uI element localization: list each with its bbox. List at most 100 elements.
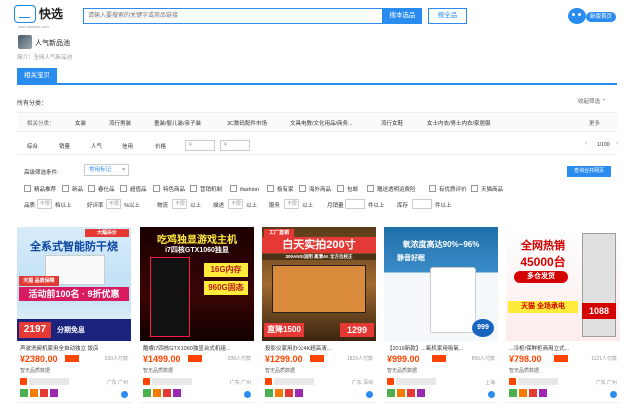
banner-sub: i7四核GTX1060独显 (165, 247, 229, 254)
filter-logistics-label: 物流 (157, 203, 169, 209)
product-title[interactable]: 酷睿i7四核GTX1060独显台式机组... (143, 344, 251, 352)
checkbox-good-review[interactable]: 有优质评价 (429, 185, 467, 193)
product-visual (430, 267, 476, 333)
add-cart-icon[interactable] (610, 391, 617, 398)
product-price: ¥2380.00 (20, 354, 58, 364)
add-cart-icon[interactable] (488, 391, 495, 398)
card-divider (262, 402, 376, 403)
filter-description-input[interactable]: 不限 (228, 199, 243, 209)
product-price: ¥1499.00 (143, 354, 181, 364)
checkbox-jiyoujia[interactable]: 极有家 (267, 185, 294, 193)
product-image[interactable]: 吃鸡独显游戏主机 i7四核GTX1060独显 16G内存 960G固态 (140, 227, 254, 341)
new-home-button[interactable]: 新版首页 (586, 12, 616, 22)
category-item[interactable]: 女士内衣/男士内衣/家居服 (427, 119, 491, 127)
product-visual (582, 233, 616, 337)
filter-stock-input[interactable] (412, 199, 432, 209)
banner-activity: 直降1500 (264, 323, 304, 337)
product-title[interactable]: 【2019新款】...氧机家用吸氧... (387, 344, 495, 352)
logo-text[interactable]: 快选 (39, 5, 63, 22)
sort-comprehensive[interactable]: 综合 (27, 142, 38, 150)
service-icon (50, 389, 58, 397)
checkbox-tmall[interactable]: 天猫商品 (471, 185, 503, 193)
filter-sales-input[interactable] (345, 199, 365, 209)
service-icons (509, 389, 549, 397)
checkbox-overseas[interactable]: 海外商品 (299, 185, 331, 193)
checkbox-new[interactable]: 新品 (62, 185, 83, 193)
product-card[interactable]: 大幅杀价 全系式智能防干烧 天猫 品质保障 活动前100名 · 9折优惠 219… (17, 227, 131, 411)
banner-headline: 全网热销 (521, 240, 565, 252)
sort-popularity[interactable]: 人气 (91, 142, 102, 150)
filter-rating-label: 好评率 (87, 203, 104, 209)
product-quality: 智无品质数据 (143, 368, 174, 374)
checkbox-ifashion[interactable]: ifashion (230, 185, 259, 193)
service-icon (285, 389, 293, 397)
sort-credit[interactable]: 信用 (122, 142, 133, 150)
product-paid-count: 1829人付款 (346, 356, 373, 362)
filter-logistics-input[interactable]: 不限 (172, 199, 187, 209)
card-divider (17, 402, 131, 403)
add-cart-icon[interactable] (121, 391, 128, 398)
pager-next-icon[interactable]: › (616, 141, 618, 147)
pager-prev-icon[interactable]: ‹ (585, 141, 587, 147)
shop-name[interactable] (518, 378, 558, 385)
banner-tag: 大幅杀价 (85, 229, 129, 237)
checkbox-featured[interactable]: 精品推荐 (24, 185, 56, 193)
header: 快选 xuan.taobao.com 搜本选品 搜全品 新版首页 (0, 0, 640, 30)
tab-related-items[interactable]: 相关宝贝 (17, 68, 57, 83)
product-card[interactable]: 吃鸡独显游戏主机 i7四核GTX1060独显 16G内存 960G固态 酷睿i7… (140, 227, 254, 411)
product-title[interactable]: ...冷柜/保鲜柜商用立式... (509, 344, 617, 352)
shop-name[interactable] (29, 378, 69, 385)
product-image[interactable]: 全网热销 45000台 多仓发货 天猫 全场承电 1088 (506, 227, 620, 341)
filter-sales-label: 月销量 (327, 203, 344, 209)
product-card[interactable]: 工厂直销 白天实拍200寸 300ANSI流明 高清4K 全方位校正 直降150… (262, 227, 376, 411)
sort-sales[interactable]: 销量 (59, 142, 70, 150)
filter-rating-input[interactable]: 不限 (106, 199, 121, 209)
category-item[interactable]: 童装/婴儿装/亲子装 (154, 119, 201, 127)
category-item[interactable]: 3C数码配件市场 (227, 119, 267, 127)
category-item[interactable]: 文具电教/文化用品/商务... (290, 119, 353, 127)
checkbox-value[interactable]: 超值品 (120, 185, 147, 193)
product-image[interactable]: 工厂直销 白天实拍200寸 300ANSI流明 高清4K 全方位校正 直降150… (262, 227, 376, 341)
checkbox-marketing[interactable]: 营销机制 (190, 185, 222, 193)
product-title[interactable]: 投影仪家用办公4K超高清... (265, 344, 373, 352)
search-input[interactable] (83, 8, 383, 24)
banner-price: 1299 (340, 323, 374, 337)
merge-query-button[interactable]: 查询合并网页 (567, 166, 611, 177)
service-icon (20, 389, 28, 397)
category-item[interactable]: 流行女鞋 (381, 119, 403, 127)
price-max-input[interactable]: ¥ (220, 140, 250, 151)
mascot-icon (568, 8, 586, 24)
common-mark-select[interactable]: 常用标记 (84, 164, 129, 176)
shop-name[interactable] (274, 378, 314, 385)
banner-headline: 全系式智能防干烧 (30, 241, 118, 253)
checkbox-insurance[interactable]: 赠送透明运费险 (367, 185, 416, 193)
price-min-input[interactable]: ¥ (185, 140, 215, 151)
search-in-pool-button[interactable]: 搜本选品 (383, 8, 422, 24)
product-card[interactable]: 氧浓度高达90%~96% 静音好眠 999 【2019新款】...氧机家用吸氧.… (384, 227, 498, 411)
add-cart-icon[interactable] (244, 391, 251, 398)
add-cart-icon[interactable] (366, 391, 373, 398)
shop-name[interactable] (396, 378, 436, 385)
product-paid-count: 1121人付款 (591, 356, 617, 362)
sort-price[interactable]: 价格 (155, 142, 166, 150)
logo-icon[interactable] (14, 5, 36, 23)
banner-price: 1088 (582, 303, 616, 319)
product-card[interactable]: 全网热销 45000台 多仓发货 天猫 全场承电 1088 ...冷柜/保鲜柜商… (506, 227, 620, 411)
search-all-button[interactable]: 搜全品 (428, 8, 467, 24)
category-more-button[interactable]: 更多 (589, 119, 600, 127)
checkbox-free-shipping[interactable]: 包邮 (337, 185, 358, 193)
filter-service-input[interactable]: 不限 (284, 199, 299, 209)
price-tag-icon (188, 355, 202, 362)
category-item[interactable]: 流行男装 (109, 119, 131, 127)
banner-tmall: 天猫 全场承电 (508, 301, 578, 313)
checkbox-special[interactable]: 特色商品 (153, 185, 185, 193)
product-image[interactable]: 氧浓度高达90%~96% 静音好眠 999 (384, 227, 498, 341)
filter-quality-input[interactable]: 不限 (37, 199, 52, 209)
product-image[interactable]: 大幅杀价 全系式智能防干烧 天猫 品质保障 活动前100名 · 9折优惠 219… (17, 227, 131, 341)
product-title[interactable]: 声波洗碗机家用全自动独立 饭店 (20, 344, 128, 352)
service-icons (20, 389, 60, 397)
collapse-filters-button[interactable]: 收起筛选 (578, 97, 607, 105)
category-item[interactable]: 女装 (75, 119, 86, 127)
shop-name[interactable] (152, 378, 192, 385)
checkbox-spring[interactable]: 春仕品 (88, 185, 115, 193)
